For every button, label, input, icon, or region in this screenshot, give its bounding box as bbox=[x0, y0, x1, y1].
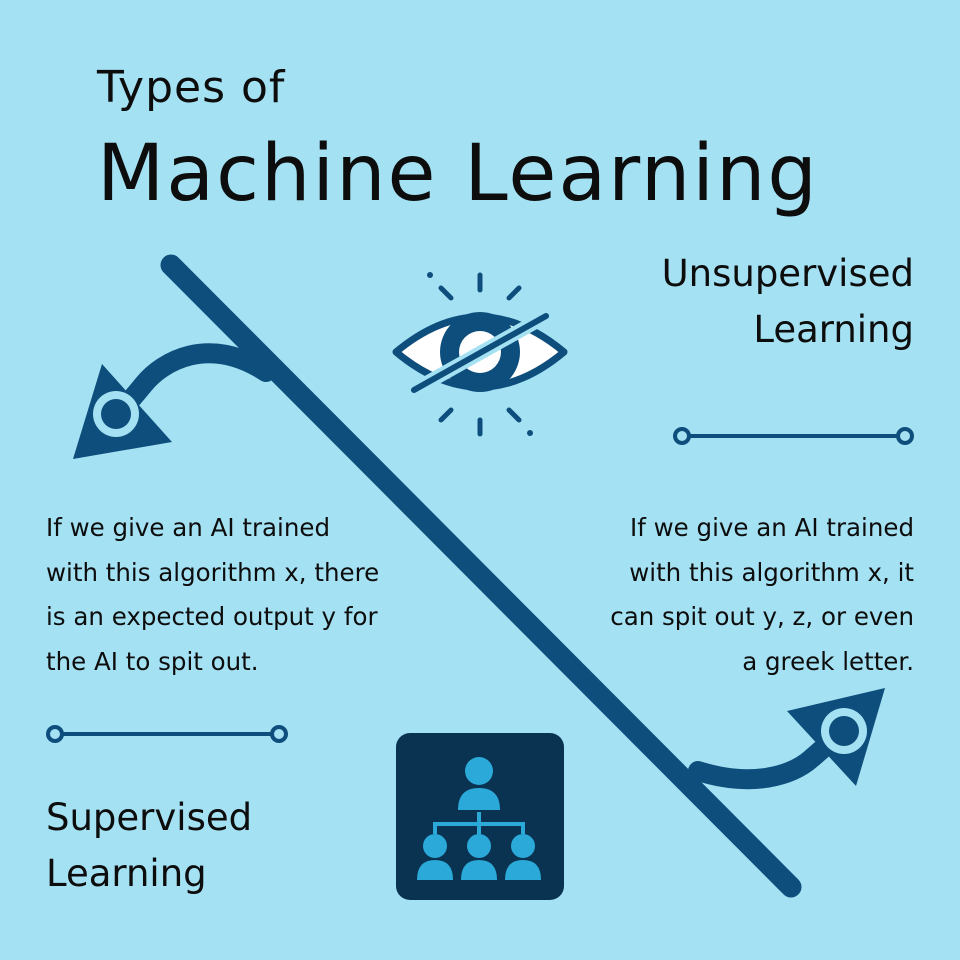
supervised-description-line: the AI to spit out. bbox=[46, 646, 259, 676]
right-branch-arrow bbox=[688, 688, 885, 790]
supervised-description: If we give an AI trained with this algor… bbox=[46, 506, 379, 684]
unsupervised-description-line: a greek letter. bbox=[742, 646, 914, 676]
supervised-heading-line1: Supervised bbox=[46, 796, 253, 839]
infographic: Types of Machine Learning Unsupervised L… bbox=[0, 0, 960, 960]
page-title: Machine Learning bbox=[97, 129, 819, 219]
supervised-description-line: If we give an AI trained bbox=[46, 513, 331, 542]
unsupervised-description-line: can spit out y, z, or even bbox=[610, 602, 914, 631]
unsupervised-heading-line2: Learning bbox=[753, 308, 914, 351]
unsupervised-connector-line bbox=[673, 427, 914, 445]
title-prefix: Types of bbox=[97, 62, 286, 113]
supervised-heading-line2: Learning bbox=[46, 852, 207, 895]
supervised-description-line: is an expected output y for bbox=[46, 602, 378, 631]
unsupervised-description-line: with this algorithm x, it bbox=[629, 557, 914, 587]
unsupervised-heading-line1: Unsupervised bbox=[661, 252, 914, 295]
unsupervised-description-line: If we give an AI trained bbox=[629, 513, 914, 542]
left-branch-arrow bbox=[73, 343, 276, 459]
supervised-description-line: with this algorithm x, there bbox=[46, 557, 380, 587]
supervised-connector-line bbox=[46, 725, 288, 743]
crossed-eye-icon bbox=[392, 272, 568, 437]
hierarchy-people-icon bbox=[396, 733, 564, 900]
unsupervised-heading: Unsupervised Learning bbox=[662, 246, 914, 358]
unsupervised-description: If we give an AI trained with this algor… bbox=[610, 506, 914, 684]
supervised-heading: Supervised Learning bbox=[46, 790, 252, 902]
